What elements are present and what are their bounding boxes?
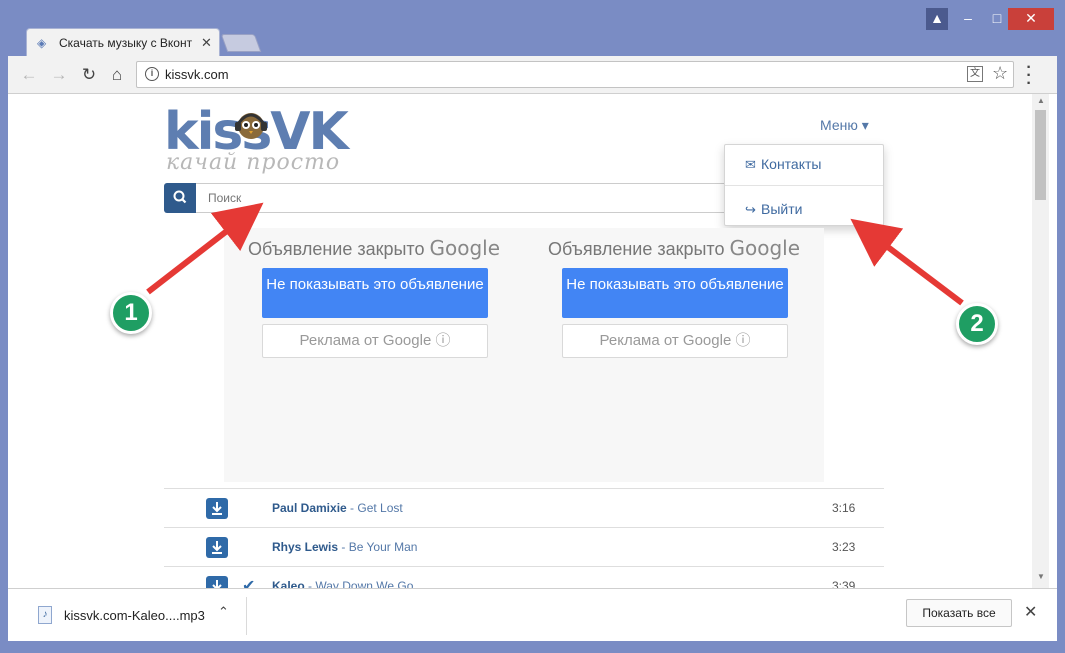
track-artist: Kaleo: [272, 579, 305, 588]
page-viewport: kissVK качай просто Меню ▾: [8, 94, 1057, 588]
kissvk-favicon-icon: ◈: [37, 36, 47, 50]
track-duration: 3:23: [832, 540, 856, 554]
track-row: ✔ Kaleo - Way Down We Go 3:39: [164, 566, 884, 588]
audio-file-icon: ♪: [38, 606, 52, 624]
browser-tab[interactable]: ◈ Скачать музыку с Вконт ✕: [26, 28, 220, 56]
browser-menu-icon[interactable]: · · ·: [1024, 60, 1034, 92]
minimize-button[interactable]: –: [956, 8, 980, 30]
envelope-icon: ✉: [745, 157, 756, 172]
track-song: - Be Your Man: [338, 540, 418, 554]
ad-closed-text: Объявление закрыто: [247, 239, 425, 259]
ad-closed-heading: Объявление закрыто Google: [242, 236, 506, 260]
search-button[interactable]: [164, 183, 196, 213]
search-icon: [173, 190, 187, 204]
track-row: Paul Damixie - Get Lost 3:16: [164, 488, 884, 527]
site-menu-dropdown[interactable]: Меню ▾: [820, 117, 869, 134]
hide-ad-button[interactable]: Не показывать это объявление: [262, 268, 488, 318]
track-title[interactable]: Paul Damixie - Get Lost: [272, 501, 403, 515]
title-bar: ◈ Скачать музыку с Вконт ✕ ▲ – □ ✕: [0, 0, 1065, 56]
tab-title: Скачать музыку с Вконт: [59, 36, 193, 50]
menu-divider: [725, 185, 883, 186]
ad-block: Объявление закрыто Google Не показывать …: [242, 236, 522, 358]
track-song: - Get Lost: [346, 501, 403, 515]
logo-tagline: качай просто: [166, 150, 341, 175]
site-menu-popup: ✉ Контакты ↪ Выйти: [724, 144, 884, 226]
track-title[interactable]: Kaleo - Way Down We Go: [272, 579, 413, 588]
download-button[interactable]: [206, 576, 228, 588]
logout-icon: ↪: [745, 202, 756, 217]
address-bar[interactable]: i kissvk.com 文 ☆: [136, 61, 1014, 88]
chevron-up-icon[interactable]: ⌃: [218, 604, 229, 620]
download-button[interactable]: [206, 498, 228, 519]
scroll-down-arrow-icon[interactable]: ▼: [1037, 572, 1045, 581]
ad-banner-area: Объявление закрыто Google Не показывать …: [224, 228, 824, 482]
user-profile-icon[interactable]: ▲: [926, 8, 948, 30]
google-brand-text: Google: [429, 236, 501, 260]
track-song: - Way Down We Go: [304, 579, 414, 588]
menu-item-exit-label: Выйти: [761, 201, 803, 217]
ad-closed-text: Объявление закрыто: [547, 239, 725, 259]
new-tab-button[interactable]: [220, 34, 262, 52]
translate-icon[interactable]: 文: [967, 66, 983, 82]
track-list: Paul Damixie - Get Lost 3:16 Rhys Lewis …: [164, 488, 884, 588]
close-downloads-icon[interactable]: ✕: [1024, 602, 1037, 622]
menu-item-contacts[interactable]: ✉ Контакты: [745, 156, 821, 173]
annotation-marker-2: 2: [956, 303, 998, 345]
hide-ad-button[interactable]: Не показывать это объявление: [562, 268, 788, 318]
ad-closed-heading: Объявление закрыто Google: [542, 236, 806, 260]
show-all-downloads-button[interactable]: Показать все: [906, 599, 1012, 627]
ad-block: Объявление закрыто Google Не показывать …: [542, 236, 822, 358]
scroll-thumb[interactable]: [1035, 110, 1046, 200]
close-window-button[interactable]: ✕: [1008, 8, 1054, 30]
divider: [246, 597, 247, 635]
track-duration: 3:16: [832, 501, 856, 515]
page-scrollbar[interactable]: ▲ ▼: [1032, 94, 1049, 588]
menu-item-exit[interactable]: ↪ Выйти: [745, 201, 802, 218]
download-button[interactable]: [206, 537, 228, 558]
maximize-button[interactable]: □: [986, 8, 1008, 30]
track-artist: Paul Damixie: [272, 501, 347, 515]
downloads-bar: ♪ kissvk.com-Kaleo....mp3 ⌃ Показать все…: [8, 588, 1057, 641]
google-brand-text: Google: [729, 236, 801, 260]
owl-headphones-icon: [235, 113, 267, 139]
back-arrow-icon[interactable]: ←: [18, 64, 40, 86]
site-logo[interactable]: kissVK качай просто: [164, 102, 349, 178]
menu-item-contacts-label: Контакты: [761, 156, 822, 172]
download-icon: [212, 541, 222, 554]
track-artist: Rhys Lewis: [272, 540, 339, 554]
annotation-marker-1: 1: [110, 292, 152, 334]
download-icon: [212, 502, 222, 515]
tab-close-icon[interactable]: ✕: [201, 35, 212, 51]
browser-window: ◈ Скачать музыку с Вконт ✕ ▲ – □ ✕ ← → ↻…: [0, 0, 1065, 653]
site-info-icon[interactable]: i: [145, 67, 159, 81]
home-icon[interactable]: ⌂: [106, 64, 128, 86]
ads-by-google-button[interactable]: Реклама от Google ⓘ: [262, 324, 488, 358]
browser-toolbar: ← → ↻ ⌂ i kissvk.com 文 ☆ · · ·: [8, 56, 1057, 94]
bookmark-star-icon[interactable]: ☆: [992, 63, 1008, 84]
reload-icon[interactable]: ↻: [78, 64, 100, 86]
scroll-up-arrow-icon[interactable]: ▲: [1037, 96, 1045, 105]
downloaded-file-name[interactable]: kissvk.com-Kaleo....mp3: [64, 608, 205, 623]
url-text: kissvk.com: [165, 67, 229, 82]
track-title[interactable]: Rhys Lewis - Be Your Man: [272, 540, 417, 554]
track-row: Rhys Lewis - Be Your Man 3:23: [164, 527, 884, 566]
ads-by-google-button[interactable]: Реклама от Google ⓘ: [562, 324, 788, 358]
track-duration: 3:39: [832, 579, 856, 588]
forward-arrow-icon[interactable]: →: [48, 64, 70, 86]
downloaded-check-icon: ✔: [242, 578, 256, 588]
download-icon: [212, 580, 222, 588]
